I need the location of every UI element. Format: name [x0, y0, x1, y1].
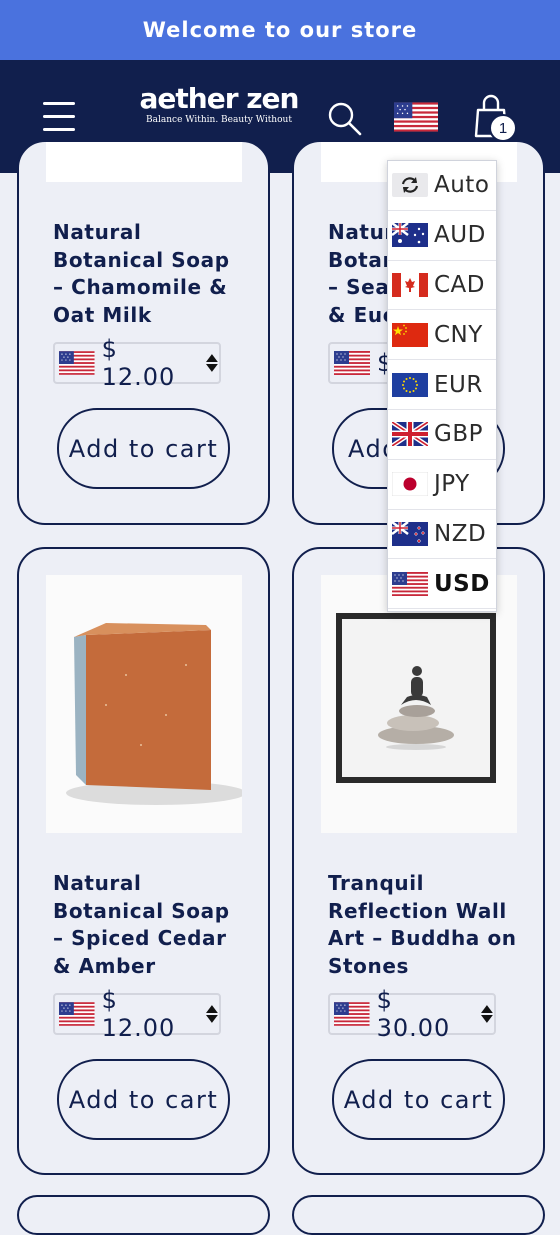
currency-option-eur[interactable]: EUR [388, 360, 496, 410]
eu-flag-icon [392, 373, 428, 397]
add-to-cart-button[interactable]: Add to cart [57, 408, 230, 489]
currency-option-cny[interactable]: CNY [388, 310, 496, 361]
cart-count-badge: 1 [489, 114, 517, 142]
canada-flag-icon [392, 273, 428, 297]
up-down-arrows-icon [205, 353, 219, 373]
us-flag-icon [392, 572, 428, 596]
price-selector[interactable]: $ 30.00 [328, 986, 496, 1042]
product-price: $ 30.00 [376, 986, 451, 1042]
product-title: Tranquil Reflection Wall Art – Buddha on St… [328, 871, 517, 978]
currency-option-jpy[interactable]: JPY [388, 460, 496, 510]
product-image [46, 142, 242, 182]
us-flag-icon [334, 1002, 370, 1026]
menu-icon[interactable] [43, 102, 75, 132]
china-flag-icon [392, 323, 428, 347]
add-to-cart-button[interactable]: Add to cart [57, 1059, 230, 1140]
currency-option-usd[interactable]: USD [388, 559, 496, 610]
new-zealand-flag-icon [392, 522, 428, 546]
search-icon[interactable] [326, 100, 362, 136]
product-price: $ 12.00 [101, 335, 176, 391]
store-logo[interactable]: aether zen Balance Within. Beauty Withou… [135, 84, 303, 126]
currency-option-auto[interactable]: Auto [388, 161, 496, 211]
us-flag-icon [59, 1002, 95, 1026]
currency-option-nzd[interactable]: NZD [388, 510, 496, 560]
us-flag-icon[interactable] [394, 102, 438, 132]
uk-flag-icon [392, 422, 428, 446]
australia-flag-icon [392, 223, 428, 247]
price-selector[interactable]: $ 12.00 [53, 335, 221, 391]
logo-name: aether zen [139, 82, 300, 115]
buddha-wall-art-image [321, 575, 517, 833]
product-title: Natural Botanical Soap – Chamomile & Oat Mi… [53, 220, 230, 327]
up-down-arrows-icon [205, 1004, 219, 1024]
us-flag-icon [334, 351, 370, 375]
product-card[interactable] [17, 1195, 270, 1235]
announcement-bar: Welcome to our store [0, 0, 560, 60]
product-title: Natural Botanical Soap – Spiced Cedar & Amb… [53, 871, 230, 978]
up-down-arrows-icon [480, 1004, 494, 1024]
currency-dropdown: Auto AUD CAD CNY EUR GBP JPY NZD USD [387, 160, 497, 612]
product-price: $ 12.00 [101, 986, 176, 1042]
price-selector[interactable]: $ 12.00 [53, 986, 221, 1042]
us-flag-icon [59, 351, 95, 375]
currency-option-cad[interactable]: CAD [388, 261, 496, 311]
logo-tagline: Balance Within. Beauty Without [146, 115, 292, 125]
refresh-icon [392, 173, 428, 197]
currency-option-gbp[interactable]: GBP [388, 410, 496, 460]
japan-flag-icon [392, 472, 428, 496]
soap-bar-image [46, 575, 242, 833]
product-card[interactable] [292, 1195, 545, 1235]
currency-option-aud[interactable]: AUD [388, 211, 496, 261]
add-to-cart-button[interactable]: Add to cart [332, 1059, 505, 1140]
